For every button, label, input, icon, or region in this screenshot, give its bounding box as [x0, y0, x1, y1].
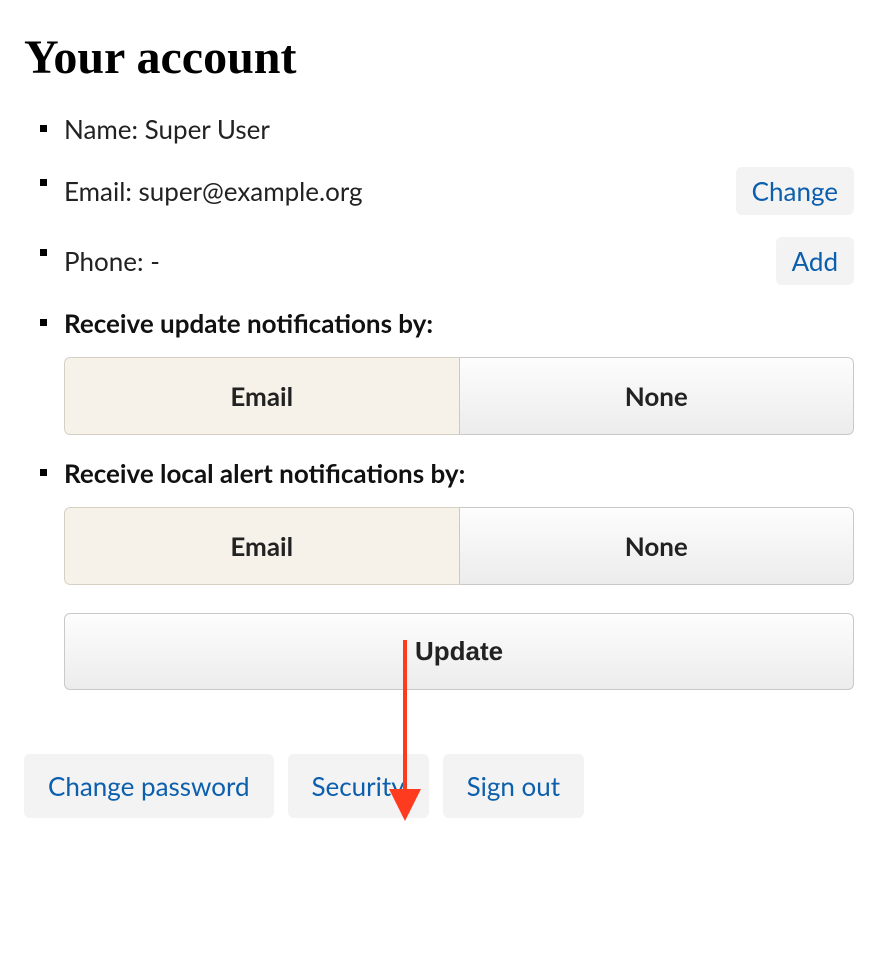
phone-value: -	[150, 245, 160, 277]
update-notification-row: Receive update notifications by: Email N…	[64, 307, 854, 435]
phone-label: Phone:	[64, 245, 144, 277]
change-email-link[interactable]: Change	[736, 167, 854, 215]
name-row: Name: Super User	[64, 113, 854, 145]
add-phone-link[interactable]: Add	[776, 237, 854, 285]
alert-notification-header: Receive local alert notifications by:	[64, 457, 854, 489]
account-info-list: Name: Super User Email: super@example.or…	[24, 113, 854, 690]
sign-out-link[interactable]: Sign out	[443, 754, 584, 818]
email-row: Email: super@example.org Change	[64, 167, 854, 215]
email-value: super@example.org	[139, 175, 363, 207]
update-notification-header: Receive update notifications by:	[64, 307, 854, 339]
update-button[interactable]: Update	[64, 613, 854, 690]
name-value: Super User	[145, 113, 270, 145]
update-notification-toggle: Email None	[64, 357, 854, 435]
bottom-links: Change password Security Sign out	[24, 754, 854, 818]
update-notification-none-option[interactable]: None	[459, 357, 855, 435]
update-notification-email-option[interactable]: Email	[64, 357, 459, 435]
phone-row: Phone: - Add	[64, 237, 854, 285]
alert-notification-none-option[interactable]: None	[459, 507, 855, 585]
change-password-link[interactable]: Change password	[24, 754, 274, 818]
security-link[interactable]: Security	[288, 754, 429, 818]
alert-notification-email-option[interactable]: Email	[64, 507, 459, 585]
email-label: Email:	[64, 175, 132, 207]
name-label: Name:	[64, 113, 138, 145]
page-title: Your account	[24, 30, 854, 85]
alert-notification-toggle: Email None	[64, 507, 854, 585]
alert-notification-row: Receive local alert notifications by: Em…	[64, 457, 854, 690]
